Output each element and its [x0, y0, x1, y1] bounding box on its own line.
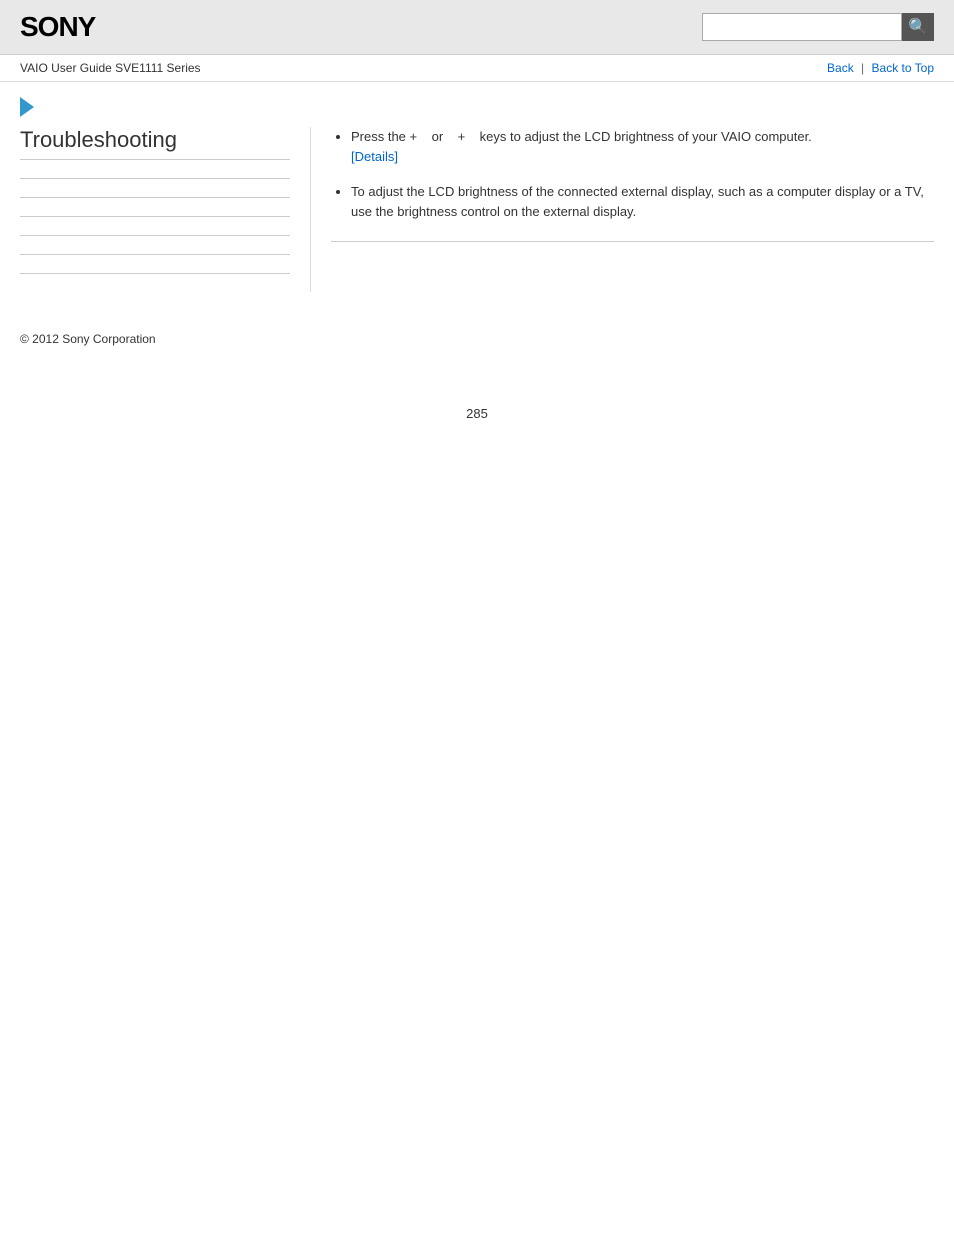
search-input[interactable] [702, 13, 902, 41]
chevron-right-icon [20, 97, 34, 117]
bullet1-suffix: keys to adjust the LCD brightness of you… [480, 129, 812, 144]
sony-logo: SONY [20, 11, 95, 43]
nav-bar: VAIO User Guide SVE1111 Series Back | Ba… [0, 55, 954, 82]
page-number: 285 [0, 386, 954, 441]
sidebar-title: Troubleshooting [20, 127, 290, 160]
sidebar-divider-1 [20, 178, 290, 179]
header: SONY 🔍 [0, 0, 954, 55]
details-link[interactable]: [Details] [351, 149, 398, 164]
bullet1-plus1: + [410, 129, 418, 144]
guide-title: VAIO User Guide SVE1111 Series [20, 61, 201, 75]
bullet1-plus2: + [458, 129, 466, 144]
breadcrumb-section [0, 82, 954, 127]
content-area: Press the + or + keys to adjust the LCD … [310, 127, 934, 292]
content-list: Press the + or + keys to adjust the LCD … [331, 127, 934, 221]
back-link[interactable]: Back [827, 61, 854, 75]
nav-separator: | [861, 61, 864, 75]
footer-copyright: © 2012 Sony Corporation [0, 312, 954, 366]
nav-links: Back | Back to Top [827, 61, 934, 75]
list-item-2: To adjust the LCD brightness of the conn… [351, 182, 934, 221]
back-to-top-link[interactable]: Back to Top [872, 61, 934, 75]
bullet1-prefix: Press the [351, 129, 406, 144]
sidebar-divider-5 [20, 254, 290, 255]
search-area: 🔍 [702, 13, 934, 41]
content-divider [331, 241, 934, 242]
sidebar: Troubleshooting [20, 127, 310, 292]
search-button[interactable]: 🔍 [902, 13, 934, 41]
list-item-1: Press the + or + keys to adjust the LCD … [351, 127, 934, 166]
sidebar-divider-4 [20, 235, 290, 236]
search-icon: 🔍 [908, 17, 928, 37]
sidebar-divider-6 [20, 273, 290, 274]
sidebar-divider-2 [20, 197, 290, 198]
main-layout: Troubleshooting Press the + or + keys to… [0, 127, 954, 292]
bullet1-or: or [432, 129, 444, 144]
sidebar-divider-3 [20, 216, 290, 217]
